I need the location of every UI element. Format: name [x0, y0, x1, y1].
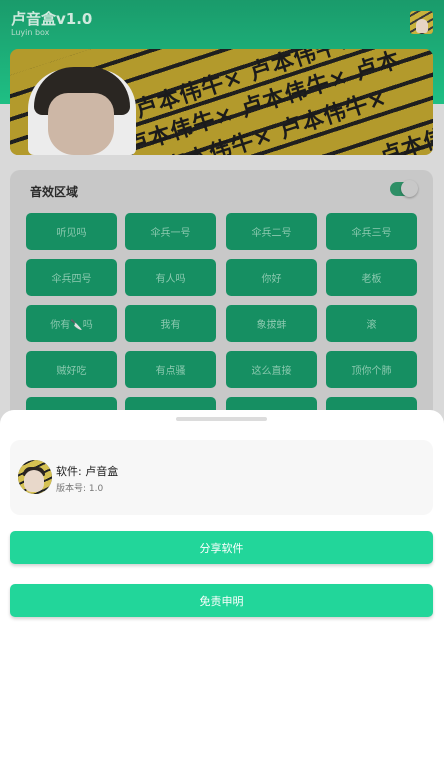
sound-button[interactable]: 听见吗	[26, 213, 117, 250]
sound-button[interactable]: 有人吗	[125, 259, 216, 296]
software-name: 软件: 卢音盒	[56, 465, 119, 478]
sound-button[interactable]: 滚	[326, 305, 417, 342]
sound-toggle[interactable]	[390, 180, 418, 197]
toggle-knob	[401, 180, 418, 197]
version-number: 版本号: 1.0	[56, 484, 104, 494]
sound-button[interactable]: 象拔蚌	[226, 305, 317, 342]
banner-image: 卢本伟牛× 卢本伟牛× 卢本伟牛× 卢本伟牛× 卢本 卢本伟牛× 卢本伟牛× 卢…	[10, 49, 433, 155]
app-subtitle: Luyin box	[11, 28, 50, 37]
sound-button[interactable]: 你好	[226, 259, 317, 296]
sound-button[interactable]: 老板	[326, 259, 417, 296]
sound-button[interactable]: 这么直接	[226, 351, 317, 388]
sound-button[interactable]: 伞兵二号	[226, 213, 317, 250]
app-title: 卢音盒v1.0	[11, 10, 93, 28]
share-button[interactable]: 分享软件	[10, 531, 433, 564]
sound-button[interactable]: 你有🔪吗	[26, 305, 117, 342]
banner-portrait-face	[48, 93, 114, 155]
sheet-drag-handle[interactable]	[176, 417, 267, 421]
disclaimer-button[interactable]: 免责申明	[10, 584, 433, 617]
app-info-box: 软件: 卢音盒 版本号: 1.0	[10, 440, 433, 515]
sound-button[interactable]: 贼好吃	[26, 351, 117, 388]
sound-button[interactable]: 伞兵四号	[26, 259, 117, 296]
avatar[interactable]	[410, 11, 433, 34]
sound-button[interactable]: 我有	[125, 305, 216, 342]
sound-panel: 音效区域 听见吗 伞兵一号 伞兵二号 伞兵三号 伞兵四号 有人吗 你好 老板 你…	[10, 170, 433, 434]
sound-panel-title: 音效区域	[30, 185, 79, 199]
sound-button[interactable]: 伞兵三号	[326, 213, 417, 250]
sound-button[interactable]: 伞兵一号	[125, 213, 216, 250]
sound-button[interactable]: 有点骚	[125, 351, 216, 388]
app-avatar	[18, 460, 52, 494]
about-bottom-sheet: 软件: 卢音盒 版本号: 1.0 分享软件 免责申明	[0, 410, 444, 778]
sound-button[interactable]: 顶你个肺	[326, 351, 417, 388]
